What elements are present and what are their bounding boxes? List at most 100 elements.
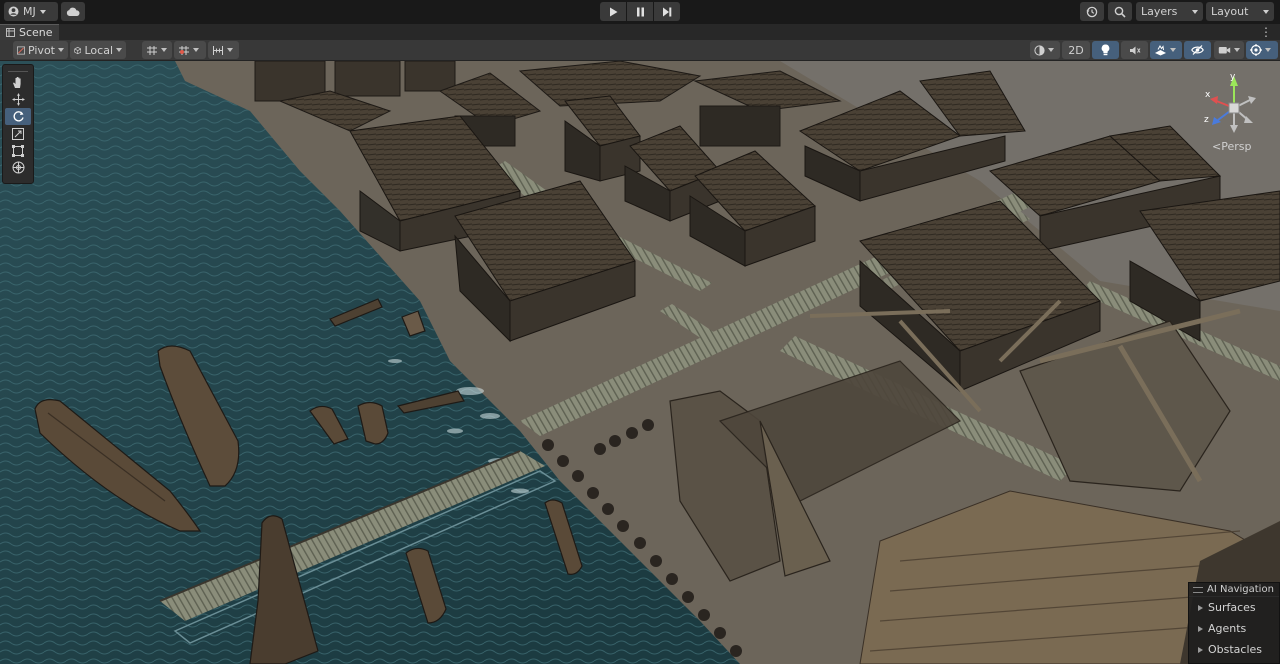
transform-tool-icon bbox=[12, 161, 24, 174]
step-icon bbox=[663, 7, 672, 16]
pivot-label: Pivot bbox=[27, 43, 55, 57]
nav-item-agents[interactable]: Agents bbox=[1189, 618, 1279, 639]
chevron-down-icon bbox=[39, 9, 46, 14]
scene-tab-icon bbox=[6, 28, 15, 37]
layers-label: Layers bbox=[1141, 5, 1178, 18]
hand-tool-icon bbox=[13, 77, 21, 88]
ai-navigation-title: AI Navigation bbox=[1207, 584, 1274, 595]
local-space-icon bbox=[74, 46, 82, 54]
ai-navigation-header[interactable]: AI Navigation bbox=[1189, 583, 1279, 597]
grid-visibility-dropdown[interactable] bbox=[142, 41, 172, 59]
axis-y-label: y bbox=[1230, 72, 1236, 82]
tab-bar: Scene ⋮ bbox=[0, 24, 1280, 40]
account-label: MJ bbox=[23, 5, 36, 18]
lighting-icon bbox=[1101, 44, 1110, 56]
cloud-button[interactable] bbox=[61, 2, 85, 21]
scene-tab-label: Scene bbox=[19, 26, 53, 39]
gizmos-icon bbox=[1250, 44, 1262, 56]
chevron-down-icon bbox=[193, 48, 199, 52]
scale-tool[interactable] bbox=[5, 125, 31, 142]
pivot-icon bbox=[17, 46, 25, 54]
shading-icon bbox=[1034, 44, 1045, 56]
rotate-tool[interactable] bbox=[5, 108, 31, 125]
2d-toggle[interactable]: 2D bbox=[1062, 41, 1090, 59]
palette-grip[interactable] bbox=[8, 67, 28, 72]
drag-handle-icon bbox=[1193, 586, 1203, 593]
scene-render bbox=[0, 61, 1280, 664]
effects-icon bbox=[1155, 44, 1166, 55]
chevron-down-icon bbox=[1192, 9, 1198, 14]
chevron-down-icon bbox=[1170, 48, 1176, 52]
grid-snap-icon bbox=[179, 45, 189, 55]
axis-gizmo-icon: y x z bbox=[1204, 72, 1256, 133]
2d-label: 2D bbox=[1068, 43, 1084, 57]
account-dropdown[interactable]: MJ bbox=[4, 2, 58, 21]
chevron-down-icon bbox=[116, 48, 122, 52]
transform-tool[interactable] bbox=[5, 159, 31, 176]
pause-icon bbox=[636, 7, 644, 16]
gizmos-dropdown[interactable] bbox=[1246, 41, 1278, 59]
cloud-icon bbox=[66, 7, 80, 16]
more-options-icon[interactable]: ⋮ bbox=[1260, 25, 1272, 39]
nav-item-obstacles[interactable]: Obstacles bbox=[1189, 639, 1279, 660]
expand-arrow-icon bbox=[1198, 604, 1203, 611]
audio-toggle[interactable] bbox=[1121, 41, 1148, 59]
shading-mode-dropdown[interactable] bbox=[1030, 41, 1060, 59]
move-tool[interactable] bbox=[5, 91, 31, 108]
chevron-down-icon bbox=[1048, 48, 1054, 52]
step-button[interactable] bbox=[654, 2, 680, 21]
pause-button[interactable] bbox=[627, 2, 653, 21]
chevron-down-icon bbox=[58, 48, 64, 52]
play-icon bbox=[609, 7, 617, 16]
camera-settings-dropdown[interactable] bbox=[1214, 41, 1244, 59]
lighting-toggle[interactable] bbox=[1092, 41, 1119, 59]
nav-item-surfaces[interactable]: Surfaces bbox=[1189, 597, 1279, 618]
scene-toolbar: Pivot Local 2D bbox=[0, 40, 1280, 61]
expand-arrow-icon bbox=[1198, 646, 1203, 653]
camera-icon bbox=[1218, 47, 1231, 54]
main-toolbar: MJ Layers Layout bbox=[0, 0, 1280, 24]
grid-snap-dropdown[interactable] bbox=[174, 41, 206, 59]
rect-tool-icon bbox=[12, 144, 24, 157]
tab-scene[interactable]: Scene bbox=[0, 24, 59, 40]
pivot-dropdown[interactable]: Pivot bbox=[13, 41, 68, 59]
effects-dropdown[interactable] bbox=[1150, 41, 1182, 59]
rotate-tool-icon bbox=[13, 111, 24, 122]
axis-z-label: z bbox=[1204, 115, 1209, 125]
increment-snap-dropdown[interactable] bbox=[208, 41, 239, 59]
tool-palette bbox=[2, 64, 34, 184]
play-button[interactable] bbox=[600, 2, 626, 21]
orientation-gizmo[interactable]: y x z bbox=[1200, 70, 1272, 150]
layers-dropdown[interactable]: Layers bbox=[1136, 2, 1203, 21]
audio-icon bbox=[1129, 46, 1140, 54]
expand-arrow-icon bbox=[1198, 625, 1203, 632]
local-label: Local bbox=[84, 43, 113, 57]
move-tool-icon bbox=[12, 93, 24, 106]
layout-label: Layout bbox=[1211, 5, 1249, 18]
nav-item-label: Agents bbox=[1208, 622, 1247, 635]
scene-viewport[interactable] bbox=[0, 61, 1280, 664]
axis-x-label: x bbox=[1205, 90, 1211, 100]
history-icon bbox=[1086, 6, 1098, 17]
ai-navigation-overlay: AI Navigation Surfaces Agents Obstacles bbox=[1188, 582, 1280, 664]
chevron-down-icon bbox=[1265, 48, 1271, 52]
search-icon bbox=[1114, 6, 1126, 18]
scene-visibility-toggle[interactable] bbox=[1184, 41, 1211, 59]
scale-tool-icon bbox=[12, 127, 24, 140]
chevron-down-icon bbox=[227, 48, 233, 52]
chevron-down-icon bbox=[1234, 48, 1240, 52]
visibility-icon bbox=[1191, 45, 1204, 55]
increment-snap-icon bbox=[213, 45, 223, 55]
chevron-down-icon bbox=[1263, 9, 1269, 14]
hand-tool[interactable] bbox=[5, 74, 31, 91]
undo-history-button[interactable] bbox=[1080, 2, 1104, 21]
projection-toggle[interactable]: <Persp bbox=[1212, 140, 1251, 153]
search-button[interactable] bbox=[1108, 2, 1132, 21]
nav-item-label: Obstacles bbox=[1208, 643, 1263, 656]
layout-dropdown[interactable]: Layout bbox=[1206, 2, 1274, 21]
account-icon bbox=[8, 6, 19, 17]
chevron-down-icon bbox=[161, 48, 167, 52]
nav-item-label: Surfaces bbox=[1208, 601, 1256, 614]
local-dropdown[interactable]: Local bbox=[70, 41, 126, 59]
rect-tool[interactable] bbox=[5, 142, 31, 159]
